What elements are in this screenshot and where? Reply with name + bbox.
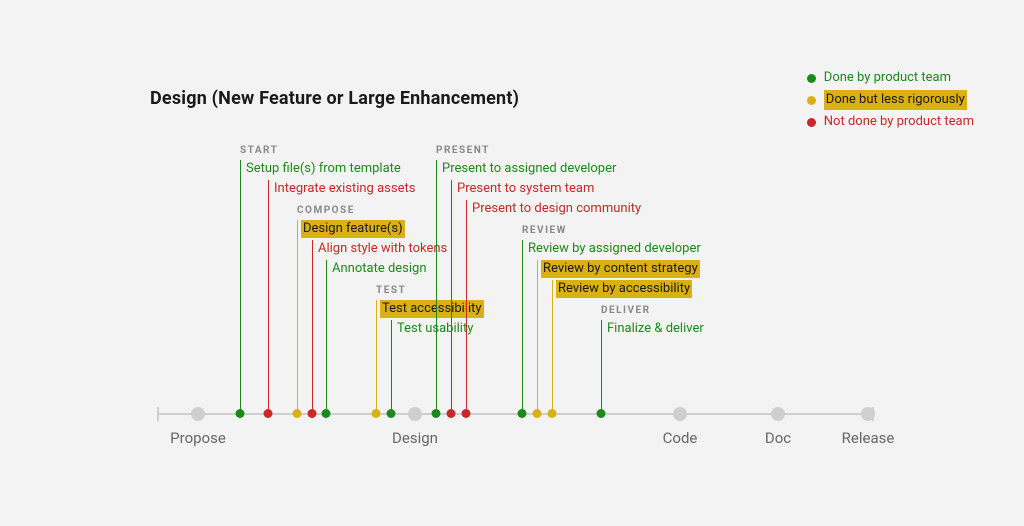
task-connector-icon — [537, 260, 538, 413]
task-marker-icon — [236, 409, 245, 418]
task-connector-icon — [268, 180, 269, 413]
task-label: Design feature(s) — [301, 220, 405, 238]
task-label: Present to system team — [455, 180, 596, 198]
legend-label: Done but less rigorously — [824, 90, 967, 110]
legend-row: Done by product team — [807, 68, 974, 88]
diagram-title: Design (New Feature or Large Enhancement… — [150, 88, 519, 109]
task-marker-icon — [533, 409, 542, 418]
task-marker-icon — [548, 409, 557, 418]
stage-header-present: PRESENT — [436, 145, 490, 156]
task-connector-icon — [552, 280, 553, 413]
task-connector-icon — [436, 160, 437, 413]
legend-row: Done but less rigorously — [807, 90, 974, 110]
task-connector-icon — [391, 320, 392, 413]
task-marker-icon — [322, 409, 331, 418]
task-connector-icon — [451, 180, 452, 413]
legend-dot-icon — [807, 118, 816, 127]
phase-label-design: Design — [392, 429, 438, 447]
task-marker-icon — [447, 409, 456, 418]
stage-header-test: TEST — [376, 285, 406, 296]
task-label: Setup file(s) from template — [244, 160, 403, 178]
task-label: Present to design community — [470, 200, 643, 218]
task-label: Review by assigned developer — [526, 240, 703, 258]
task-marker-icon — [293, 409, 302, 418]
stage-header-review: REVIEW — [522, 225, 567, 236]
phase-marker-doc — [771, 407, 785, 421]
task-connector-icon — [601, 320, 602, 413]
task-connector-icon — [466, 200, 467, 413]
task-label: Test accessibility — [380, 300, 484, 318]
legend-label: Not done by product team — [824, 112, 974, 132]
task-connector-icon — [240, 160, 241, 413]
phase-marker-code — [673, 407, 687, 421]
task-connector-icon — [522, 240, 523, 413]
task-marker-icon — [432, 409, 441, 418]
task-connector-icon — [312, 240, 313, 413]
legend-label: Done by product team — [824, 68, 951, 88]
phase-marker-design — [408, 407, 422, 421]
task-connector-icon — [297, 220, 298, 413]
stage-header-compose: COMPOSE — [297, 205, 355, 216]
task-marker-icon — [518, 409, 527, 418]
legend-dot-icon — [807, 96, 816, 105]
task-marker-icon — [264, 409, 273, 418]
task-marker-icon — [462, 409, 471, 418]
phase-label-release: Release — [842, 429, 895, 447]
task-marker-icon — [372, 409, 381, 418]
stage-header-start: START — [240, 145, 278, 156]
phase-marker-propose — [191, 407, 205, 421]
legend-dot-icon — [807, 74, 816, 83]
task-label: Integrate existing assets — [272, 180, 417, 198]
stage-header-deliver: DELIVER — [601, 305, 651, 316]
task-label: Align style with tokens — [316, 240, 449, 258]
phase-marker-release — [861, 407, 875, 421]
task-label: Present to assigned developer — [440, 160, 618, 178]
task-label: Finalize & deliver — [605, 320, 706, 338]
task-label: Review by accessibility — [556, 280, 692, 298]
phase-label-doc: Doc — [765, 429, 791, 447]
task-marker-icon — [387, 409, 396, 418]
task-label: Review by content strategy — [541, 260, 700, 278]
task-connector-icon — [326, 260, 327, 413]
task-connector-icon — [376, 300, 377, 413]
legend: Done by product teamDone but less rigoro… — [807, 68, 974, 134]
task-marker-icon — [597, 409, 606, 418]
phase-label-code: Code — [663, 429, 698, 447]
task-marker-icon — [308, 409, 317, 418]
legend-row: Not done by product team — [807, 112, 974, 132]
axis-cap-left-icon — [157, 407, 159, 421]
task-label: Annotate design — [330, 260, 429, 278]
phase-label-propose: Propose — [170, 429, 226, 447]
